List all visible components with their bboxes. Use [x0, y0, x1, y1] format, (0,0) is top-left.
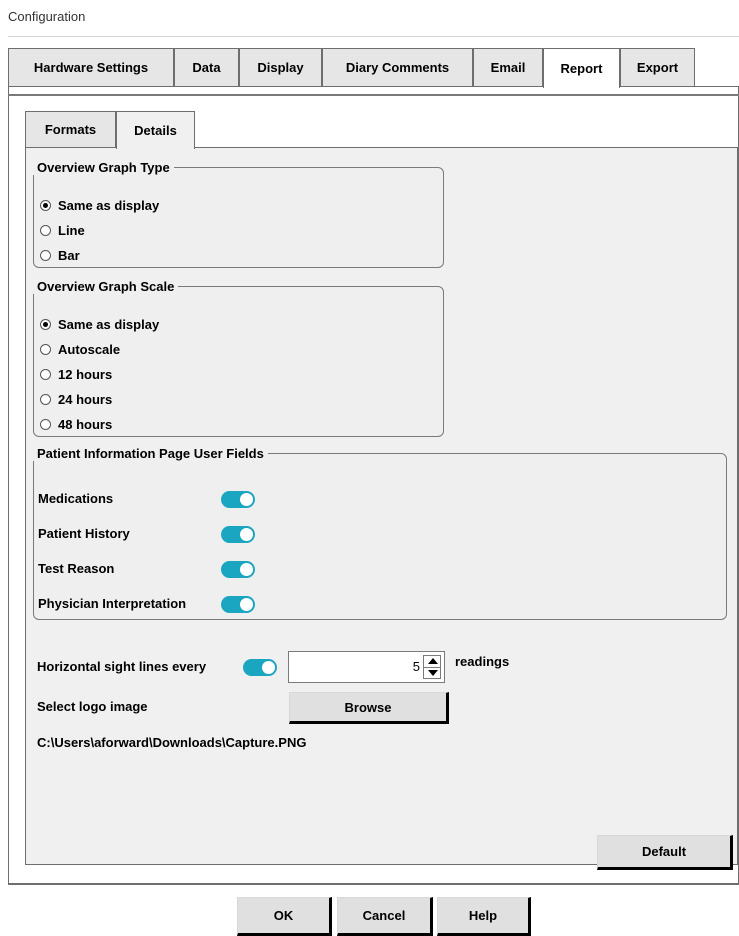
radio-icon[interactable]	[40, 369, 51, 380]
radio-label: Same as display	[58, 198, 160, 213]
overview-graph-scale-legend: Overview Graph Scale	[37, 279, 175, 294]
sight-lines-toggle[interactable]	[243, 659, 277, 676]
stepper-down-icon[interactable]	[428, 670, 438, 676]
patient-info-user-fields-group: Patient Information Page User Fields Med…	[33, 446, 727, 620]
default-button[interactable]: Default	[597, 835, 733, 870]
overview-graph-type-legend: Overview Graph Type	[37, 160, 170, 175]
radio-icon[interactable]	[40, 344, 51, 355]
select-logo-label: Select logo image	[37, 699, 148, 714]
sight-lines-label: Horizontal sight lines every	[37, 659, 207, 674]
graph-scale-option-same-as-display[interactable]: Same as display	[40, 317, 159, 332]
sight-lines-stepper[interactable]: 5	[288, 651, 445, 683]
logo-path: C:\Users\aforward\Downloads\Capture.PNG	[37, 735, 307, 750]
graph-scale-option-autoscale[interactable]: Autoscale	[40, 342, 120, 357]
test-reason-label: Test Reason	[38, 561, 115, 576]
overview-graph-scale-group: Overview Graph Scale Same as display Aut…	[33, 279, 444, 437]
radio-label: Autoscale	[58, 342, 121, 357]
radio-icon[interactable]	[40, 394, 51, 405]
toggle-knob	[240, 598, 253, 611]
radio-icon[interactable]	[40, 250, 51, 261]
tab-data[interactable]: Data	[174, 48, 239, 87]
graph-type-option-same-as-display[interactable]: Same as display	[40, 198, 159, 213]
browse-button[interactable]: Browse	[289, 692, 449, 724]
tab-hardware-settings[interactable]: Hardware Settings	[8, 48, 174, 87]
toggle-knob	[262, 661, 275, 674]
physician-interpretation-toggle[interactable]	[221, 596, 255, 613]
overview-graph-type-group: Overview Graph Type Same as display Line…	[33, 160, 444, 268]
patient-info-user-fields-legend: Patient Information Page User Fields	[37, 446, 264, 461]
stepper-up-icon[interactable]	[428, 658, 438, 664]
tab-formats[interactable]: Formats	[25, 111, 116, 148]
radio-selected-icon[interactable]	[40, 200, 51, 211]
tab-email[interactable]: Email	[473, 48, 543, 87]
graph-type-option-line[interactable]: Line	[40, 223, 85, 238]
radio-label: 24 hours	[58, 392, 113, 407]
tab-report[interactable]: Report	[543, 48, 620, 88]
toggle-knob	[240, 563, 253, 576]
toggle-knob	[240, 493, 253, 506]
graph-scale-option-12-hours[interactable]: 12 hours	[40, 367, 112, 382]
window-edge	[0, 0, 6, 936]
title-divider	[8, 36, 739, 37]
medications-label: Medications	[38, 491, 114, 506]
radio-label: 12 hours	[58, 367, 113, 382]
stepper-divider	[424, 667, 440, 668]
radio-label: Line	[58, 223, 85, 238]
radio-label: Bar	[58, 248, 80, 263]
radio-selected-icon[interactable]	[40, 319, 51, 330]
radio-icon[interactable]	[40, 225, 51, 236]
sight-lines-value[interactable]: 5	[413, 659, 420, 674]
dialog-bottom-rule	[8, 884, 739, 885]
sight-lines-unit: readings	[455, 654, 510, 669]
tab-details[interactable]: Details	[116, 111, 195, 149]
tab-diary-comments[interactable]: Diary Comments	[322, 48, 473, 87]
panel-top-shadow	[8, 94, 739, 96]
toggle-knob	[240, 528, 253, 541]
patient-history-toggle[interactable]	[221, 526, 255, 543]
cancel-button[interactable]: Cancel	[337, 897, 433, 936]
test-reason-toggle[interactable]	[221, 561, 255, 578]
graph-scale-option-24-hours[interactable]: 24 hours	[40, 392, 112, 407]
tab-display[interactable]: Display	[239, 48, 322, 87]
radio-icon[interactable]	[40, 419, 51, 430]
graph-scale-option-48-hours[interactable]: 48 hours	[40, 417, 112, 432]
tab-export[interactable]: Export	[620, 48, 695, 87]
help-button[interactable]: Help	[437, 897, 531, 936]
physician-interpretation-label: Physician Interpretation	[38, 596, 187, 611]
graph-type-option-bar[interactable]: Bar	[40, 248, 80, 263]
ok-button[interactable]: OK	[237, 897, 332, 936]
medications-toggle[interactable]	[221, 491, 255, 508]
radio-label: Same as display	[58, 317, 160, 332]
stepper-arrows[interactable]	[423, 655, 441, 679]
patient-history-label: Patient History	[38, 526, 130, 541]
radio-label: 48 hours	[58, 417, 113, 432]
window-title: Configuration	[8, 9, 86, 24]
